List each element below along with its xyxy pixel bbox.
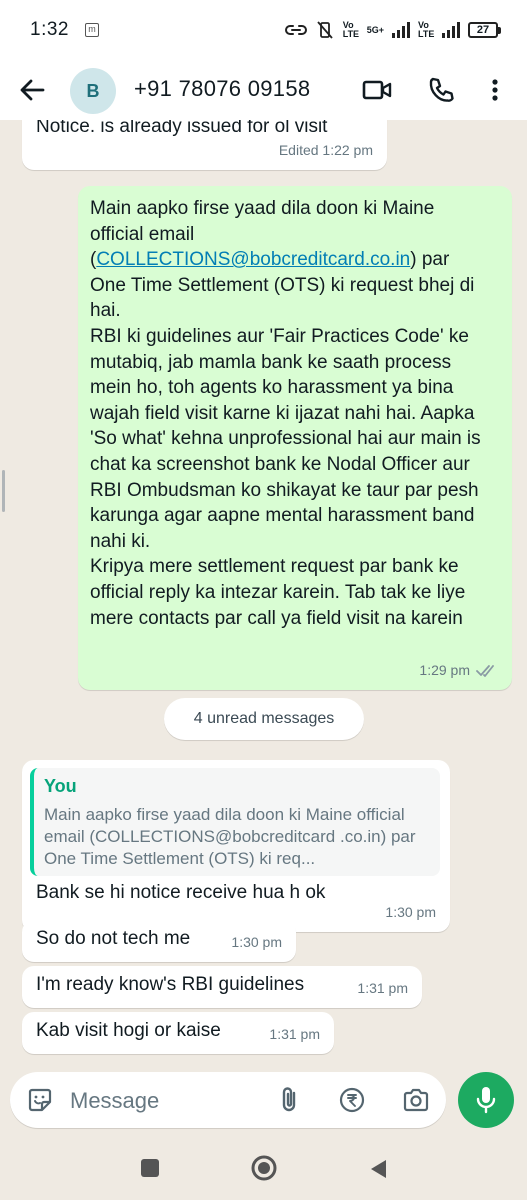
mic-icon [476,1087,496,1114]
back-arrow-icon[interactable] [18,76,46,104]
quote-text: Main aapko firse yaad dila doon ki Maine… [44,804,416,868]
gallery-notification-icon: m [84,23,99,37]
mic-button[interactable] [458,1072,514,1128]
message-time: 1:31 pm [269,1026,320,1043]
home-icon[interactable] [250,1154,278,1182]
back-nav-icon[interactable] [368,1158,388,1180]
volte1-badge: Vo LTE [342,20,360,39]
battery-icon: 27 [468,22,501,38]
voice-call-icon[interactable] [426,76,456,104]
read-receipt-icon [476,665,494,678]
message-time: 1:31 pm [357,980,408,997]
message-incoming[interactable]: Notice. is already issued for ol visit E… [22,120,387,170]
message-composer[interactable]: Message [10,1072,446,1128]
rupee-payment-icon[interactable] [338,1086,366,1114]
status-bar: 1:32 m Vo LTE 5G+ Vo LTE 27 [0,0,527,60]
email-link[interactable]: COLLECTIONS@bobcreditcard.co.in [96,249,410,270]
message-text: Main aapko firse yaad dila doon ki Maine… [90,196,490,631]
message-input[interactable]: Message [70,1088,159,1114]
message-time: Edited 1:22 pm [278,142,373,159]
status-time: 1:32 [30,19,69,40]
chat-header: B +91 78076 09158 [0,60,527,120]
quoted-message[interactable]: You Main aapko firse yaad dila doon ki M… [30,768,440,876]
message-paragraph: RBI ki guidelines aur 'Fair Practices Co… [90,325,481,552]
message-text: Bank se hi notice receive hua h ok [36,882,326,903]
avatar[interactable]: B [70,68,116,114]
camera-icon[interactable] [402,1086,430,1114]
message-text: I'm ready know's RBI guidelines [36,974,305,995]
scrollbar[interactable] [2,470,5,512]
system-nav-bar [0,1140,527,1200]
message-incoming-reply[interactable]: You Main aapko firse yaad dila doon ki M… [22,760,450,932]
message-time: 1:29 pm [419,662,470,679]
attach-icon[interactable] [276,1086,304,1114]
chat-area[interactable]: Notice. is already issued for ol visit E… [0,120,527,1070]
message-time: 1:30 pm [231,934,282,951]
link-icon [284,25,307,35]
video-call-icon[interactable] [362,76,392,104]
vibrate-off-icon [317,21,333,39]
message-time: 1:30 pm [385,904,436,921]
message-outgoing[interactable]: Main aapko firse yaad dila doon ki Maine… [78,186,512,690]
network-type: 5G+ [366,24,384,35]
signal-icon-1 [392,22,410,38]
battery-level: 27 [468,22,498,38]
message-text: Notice. is already issued for ol visit [36,120,328,137]
message-incoming[interactable]: Kab visit hogi or kaise 1:31 pm [22,1012,334,1054]
message-incoming[interactable]: I'm ready know's RBI guidelines 1:31 pm [22,966,422,1008]
quote-author: You [44,776,77,796]
sticker-icon[interactable] [26,1086,54,1114]
contact-name[interactable]: +91 78076 09158 [134,76,310,102]
volte2-badge: Vo LTE [418,20,435,39]
message-incoming[interactable]: So do not tech me 1:30 pm [22,920,296,962]
unread-divider: 4 unread messages [164,698,364,740]
more-options-icon[interactable] [484,76,506,104]
signal-icon-2 [442,22,460,38]
recents-icon[interactable] [140,1158,160,1178]
message-paragraph: Kripya mere settlement request par bank … [90,556,466,629]
